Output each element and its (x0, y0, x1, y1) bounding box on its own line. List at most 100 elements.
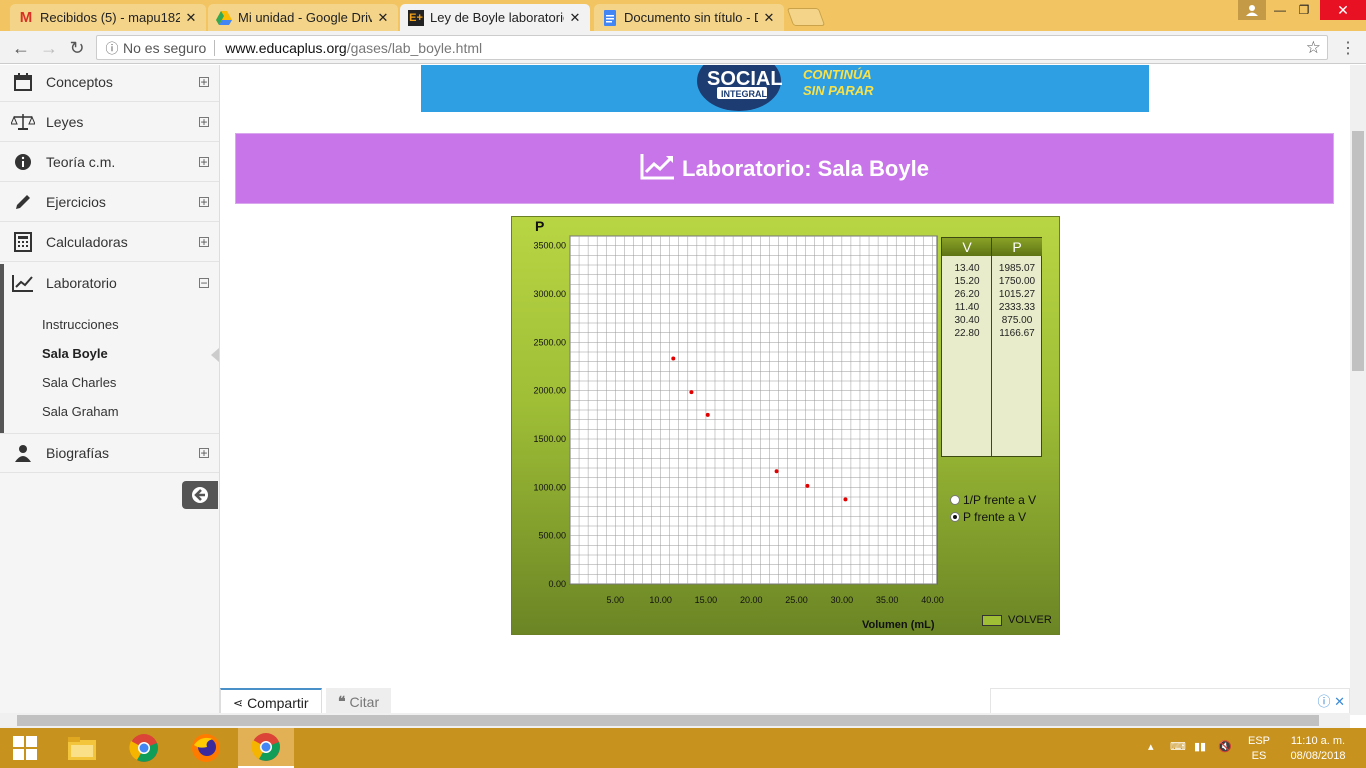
sidebar-item-laboratorio[interactable]: Laboratorio − (0, 263, 219, 303)
x-tick-label: 30.00 (831, 595, 854, 605)
user-profile-icon[interactable] (1238, 0, 1266, 20)
chrome-icon[interactable] (116, 728, 172, 768)
firefox-icon[interactable] (178, 728, 234, 768)
tab-drive[interactable]: Mi unidad - Google Drive ✕ (208, 4, 398, 31)
reload-icon[interactable]: ↻ (66, 37, 88, 59)
clock[interactable]: 11:10 a. m. 08/08/2018 (1286, 734, 1350, 764)
expand-icon[interactable]: + (199, 116, 209, 128)
sidebar-subitem-instrucciones[interactable]: Instrucciones (42, 317, 119, 332)
chart-line-icon (0, 274, 46, 292)
y-tick-label: 3500.00 (533, 241, 566, 251)
data-point (671, 356, 676, 361)
expand-icon[interactable]: + (199, 76, 209, 88)
x-tick-label: 15.00 (695, 595, 718, 605)
address-bar[interactable]: ⓘ No es seguro www.educaplus.org /gases/… (96, 35, 1328, 60)
option-p-vs-v[interactable]: P frente a V (950, 510, 1026, 524)
sidebar-item-conceptos[interactable]: Conceptos + (0, 62, 219, 102)
sidebar-item-leyes[interactable]: Leyes + (0, 102, 219, 142)
option-label: P frente a V (963, 510, 1027, 524)
restore-icon[interactable]: ❐ (1290, 0, 1318, 20)
table-cell-p: 1166.67 (999, 328, 1035, 339)
tray-arrow-icon[interactable]: ▴ (1148, 740, 1154, 755)
user-icon (0, 444, 46, 462)
gmail-icon: M (19, 9, 33, 26)
sidebar-subitem-sala-graham[interactable]: Sala Graham (42, 404, 119, 419)
active-section-bar (0, 264, 4, 433)
radio-button[interactable] (950, 495, 960, 505)
ad-footer: ⓘ ✕ (990, 688, 1350, 715)
page-title: Laboratorio: Sala Boyle (682, 155, 929, 181)
collapse-icon[interactable]: − (199, 277, 209, 289)
table-column-v: 13.40 15.20 26.20 11.40 30.40 22.80 (942, 256, 992, 456)
data-point (805, 483, 810, 488)
vertical-scrollbar[interactable] (1350, 65, 1366, 715)
tab-gmail[interactable]: M Recibidos (5) - mapu1823 ✕ (10, 4, 206, 31)
security-label[interactable]: No es seguro (123, 40, 206, 56)
info-icon[interactable]: ⓘ (101, 38, 123, 57)
table-cell-p: 1015.27 (998, 289, 1036, 300)
quote-icon: ❝ (338, 693, 346, 709)
y-tick-label: 1500.00 (533, 434, 566, 444)
forward-arrow-icon[interactable]: → (38, 37, 60, 59)
tray-device-icon[interactable]: ⌨ (1170, 740, 1186, 755)
share-strip: ⋖ Compartir ❝ Citar (220, 688, 980, 715)
volver-label: VOLVER (1008, 614, 1052, 626)
window-close-button[interactable]: ✕ (1320, 0, 1366, 20)
chrome-active-icon[interactable] (238, 728, 294, 768)
sidebar-subitem-sala-boyle[interactable]: Sala Boyle (42, 346, 108, 361)
volume-muted-icon[interactable]: 🔇 (1218, 740, 1232, 755)
ad-banner[interactable]: SOCIAL INTEGRAL CONTINÚA SIN PARAR (421, 65, 1149, 112)
close-icon[interactable]: ✕ (376, 10, 390, 26)
table-cell-p: 875.00 (1001, 315, 1033, 326)
table-cell-p: 1750.00 (998, 276, 1036, 287)
expand-icon[interactable]: + (199, 196, 209, 208)
sidebar-subitem-sala-charles[interactable]: Sala Charles (42, 375, 116, 390)
data-point (689, 390, 694, 395)
menu-icon[interactable]: ⋮ (1340, 38, 1356, 58)
windows-start-icon[interactable] (0, 728, 50, 768)
close-icon[interactable]: ✕ (762, 10, 776, 26)
close-icon[interactable]: ✕ (184, 10, 198, 26)
sidebar-item-teoria[interactable]: Teoría c.m. + (0, 142, 219, 182)
y-tick-label: 2500.00 (533, 337, 566, 347)
url-host: www.educaplus.org (225, 39, 347, 56)
x-tick-label: 25.00 (785, 595, 808, 605)
language-indicator[interactable]: ESP ES (1248, 734, 1270, 764)
volver-button[interactable]: VOLVER (982, 614, 1052, 626)
pencil-icon (0, 193, 46, 211)
sidebar-item-ejercicios[interactable]: Ejercicios + (0, 182, 219, 222)
calculator-icon (0, 231, 46, 252)
back-arrow-icon[interactable]: ← (10, 37, 32, 59)
network-icon[interactable]: ▮▮ (1194, 740, 1206, 755)
y-tick-label: 500.00 (538, 531, 566, 541)
banner-word-social: SOCIAL (707, 68, 783, 90)
bookmark-star-icon[interactable]: ☆ (1306, 38, 1321, 58)
sidebar-item-biografias[interactable]: Biografías + (0, 433, 219, 473)
x-tick-label: 35.00 (876, 595, 899, 605)
expand-icon[interactable]: + (199, 156, 209, 168)
new-tab-button[interactable] (786, 8, 826, 26)
tab-boyle[interactable]: E+ Ley de Boyle laboratorio ✕ (400, 4, 590, 31)
expand-icon[interactable]: + (199, 447, 209, 459)
chart-line-icon (640, 152, 676, 186)
scrollbar-thumb[interactable] (1352, 131, 1364, 371)
data-point (843, 497, 848, 502)
option-inverse-p-vs-v[interactable]: 1/P frente a V (950, 493, 1036, 507)
y-tick-label: 0.00 (548, 579, 566, 589)
ad-close-icon[interactable]: ⓘ ✕ (1317, 691, 1345, 710)
divider (214, 39, 216, 56)
scrollbar-thumb[interactable] (17, 715, 1319, 726)
table-cell-v: 26.20 (954, 289, 980, 300)
file-explorer-icon[interactable] (54, 728, 110, 768)
collapse-sidebar-button[interactable] (182, 481, 218, 509)
share-tab[interactable]: ⋖ Compartir (220, 688, 322, 715)
horizontal-scrollbar[interactable] (0, 713, 1350, 728)
sidebar-item-calculadoras[interactable]: Calculadoras + (0, 222, 219, 262)
expand-icon[interactable]: + (199, 236, 209, 248)
data-table: V P 13.40 15.20 26.20 11.40 30.40 22.80 1985.… (941, 237, 1042, 457)
radio-button-selected[interactable] (950, 512, 960, 522)
cite-tab[interactable]: ❝ Citar (326, 688, 392, 715)
close-icon[interactable]: ✕ (568, 10, 582, 26)
tab-docs[interactable]: Documento sin título - Do ✕ (594, 4, 784, 31)
y-tick-label: 3000.00 (533, 289, 566, 299)
